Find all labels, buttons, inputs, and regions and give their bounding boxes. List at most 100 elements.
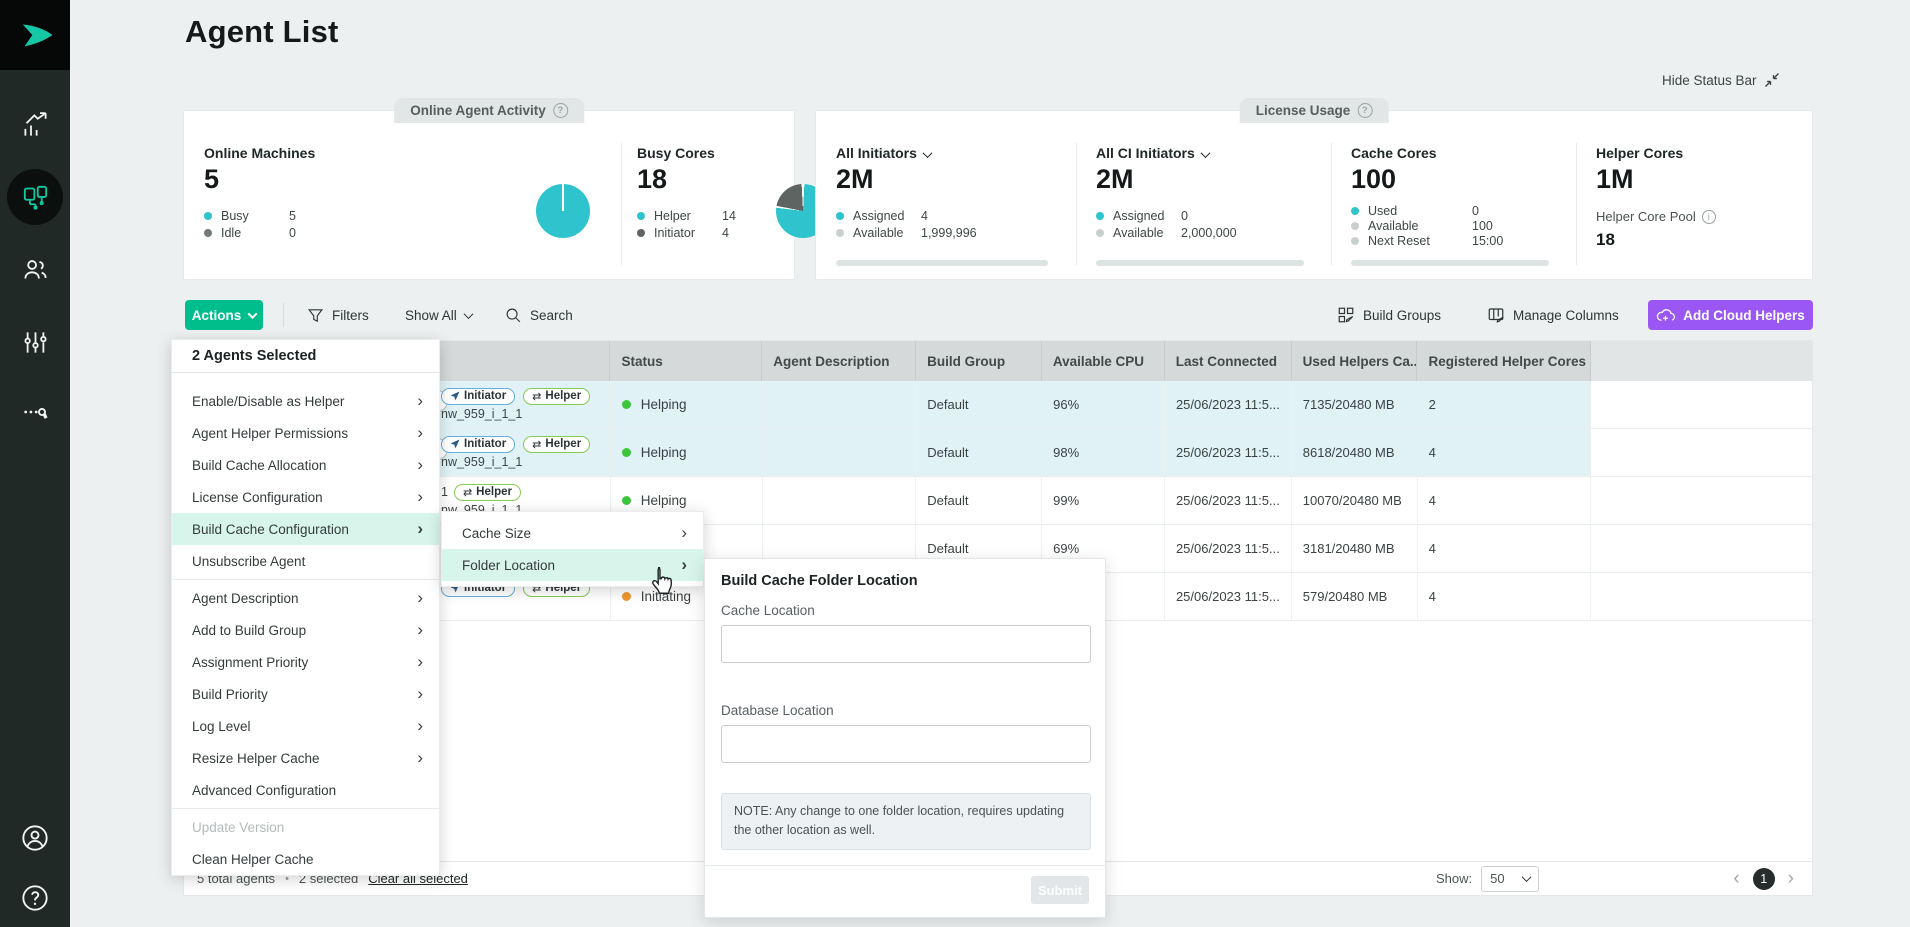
- all-ci-initiators-dropdown[interactable]: All CI Initiators: [1096, 145, 1331, 161]
- machines-pie-chart: [536, 184, 590, 238]
- machines-legend: Busy5 Idle0: [204, 207, 438, 241]
- column-last-connected[interactable]: Last Connected: [1165, 341, 1292, 381]
- build-groups-button[interactable]: Build Groups: [1337, 300, 1441, 330]
- sidebar-item-account[interactable]: [0, 810, 70, 866]
- show-label: Show:: [1436, 871, 1472, 886]
- actions-context-menu: 2 Agents Selected Enable/Disable as Help…: [171, 339, 440, 876]
- status-dot: [622, 496, 631, 505]
- legend-dot: [204, 212, 212, 220]
- pagination: ‹ 1 ›: [1733, 868, 1794, 890]
- menu-item-resize-helper-cache[interactable]: Resize Helper Cache: [172, 742, 439, 774]
- divider: [705, 865, 1105, 866]
- all-initiators-dropdown[interactable]: All Initiators: [836, 145, 1076, 161]
- sidebar: [0, 0, 70, 927]
- metric-label: Online Machines: [204, 145, 438, 161]
- submenu-item-folder-location[interactable]: Folder Location: [442, 549, 703, 581]
- divider: [172, 579, 439, 580]
- sidebar-item-licenses[interactable]: [0, 384, 70, 440]
- initiators-usage-bar: [836, 260, 1048, 266]
- status-dot: [622, 592, 631, 601]
- submenu-item-cache-size[interactable]: Cache Size: [442, 517, 703, 549]
- agent-name: nw_959_i_1_1: [441, 407, 610, 421]
- actions-button[interactable]: Actions: [185, 300, 263, 330]
- online-agent-activity-panel: Online Agent Activity ? Online Machines …: [183, 110, 795, 280]
- logo-icon: [14, 14, 56, 56]
- menu-item-build-cache-configuration[interactable]: Build Cache Configuration: [172, 513, 439, 545]
- dashboard-icon: [22, 112, 49, 139]
- menu-item-build-priority[interactable]: Build Priority: [172, 678, 439, 710]
- divider: [283, 303, 284, 327]
- column-agent-description[interactable]: Agent Description: [762, 341, 916, 381]
- divider: [172, 808, 439, 809]
- status-dot: [622, 400, 631, 409]
- info-icon[interactable]: i: [1702, 210, 1716, 224]
- filters-button[interactable]: Filters: [307, 300, 369, 330]
- legend-dot: [1351, 237, 1359, 245]
- chevron-down-icon: [248, 309, 258, 319]
- column-registered-helper-cores[interactable]: Registered Helper Cores: [1417, 341, 1591, 381]
- page-title: Agent List: [185, 14, 339, 50]
- build-cache-configuration-submenu: Cache Size Folder Location: [441, 511, 704, 587]
- sidebar-item-agents[interactable]: [0, 169, 70, 225]
- help-icon: [21, 884, 49, 912]
- submit-button[interactable]: Submit: [1031, 876, 1089, 904]
- initiator-badge: Initiator: [441, 436, 515, 453]
- status-label: Helping: [641, 493, 687, 508]
- agent-list-page: Agent List Hide Status Bar Online Agent …: [0, 0, 1910, 927]
- sliders-icon: [22, 329, 49, 356]
- search-icon: [505, 307, 522, 324]
- menu-item-agent-description[interactable]: Agent Description: [172, 582, 439, 614]
- menu-item-unsubscribe-agent[interactable]: Unsubscribe Agent: [172, 545, 439, 577]
- current-page-button[interactable]: 1: [1753, 868, 1775, 890]
- incredibuild-logo[interactable]: [0, 0, 70, 70]
- chevron-down-icon: [922, 148, 932, 158]
- prev-page-button[interactable]: ‹: [1733, 869, 1739, 888]
- avatar-icon: [21, 824, 49, 852]
- page-size-select[interactable]: 50: [1481, 866, 1539, 892]
- status-label: Initiating: [641, 589, 691, 604]
- menu-item-enable-disable-as-helper[interactable]: Enable/Disable as Helper: [172, 385, 439, 417]
- helper-core-pool-label: Helper Core Pool i: [1596, 209, 1814, 224]
- menu-item-add-to-build-group[interactable]: Add to Build Group: [172, 614, 439, 646]
- column-available-cpu[interactable]: Available CPU: [1042, 341, 1165, 381]
- cache-location-input[interactable]: [721, 625, 1091, 663]
- build-cache-folder-location-popup: Build Cache Folder Location Cache Locati…: [704, 558, 1106, 918]
- database-location-label: Database Location: [721, 703, 834, 718]
- passkey-icon: [21, 398, 49, 426]
- menu-item-advanced-configuration[interactable]: Advanced Configuration: [172, 774, 439, 806]
- helper-badge: ⇄Helper: [523, 388, 590, 405]
- online-machines-metric: Online Machines 5 Busy5 Idle0: [184, 111, 438, 279]
- cloud-plus-icon: [1656, 306, 1675, 325]
- search-button[interactable]: Search: [505, 300, 573, 330]
- manage-columns-icon: [1487, 306, 1505, 324]
- menu-item-build-cache-allocation[interactable]: Build Cache Allocation: [172, 449, 439, 481]
- manage-columns-button[interactable]: Manage Columns: [1487, 300, 1619, 330]
- show-all-dropdown[interactable]: Show All: [405, 300, 472, 330]
- menu-item-clean-helper-cache[interactable]: Clean Helper Cache: [172, 843, 439, 875]
- legend-dot: [1351, 222, 1359, 230]
- menu-item-assignment-priority[interactable]: Assignment Priority: [172, 646, 439, 678]
- hide-status-bar-button[interactable]: Hide Status Bar: [1662, 72, 1780, 88]
- database-location-input[interactable]: [721, 725, 1091, 763]
- next-page-button[interactable]: ›: [1788, 869, 1794, 888]
- chevron-down-icon: [463, 309, 473, 319]
- chevron-down-icon: [1200, 148, 1210, 158]
- status-label: Helping: [641, 397, 687, 412]
- sidebar-item-help[interactable]: [0, 870, 70, 926]
- column-build-group[interactable]: Build Group: [916, 341, 1042, 381]
- menu-item-log-level[interactable]: Log Level: [172, 710, 439, 742]
- ci-initiators-usage-bar: [1096, 260, 1304, 266]
- column-status[interactable]: Status: [610, 341, 762, 381]
- status-dot: [622, 448, 631, 457]
- column-used-helpers[interactable]: Used Helpers Ca...: [1292, 341, 1418, 381]
- sidebar-item-settings[interactable]: [0, 314, 70, 370]
- menu-item-license-configuration[interactable]: License Configuration: [172, 481, 439, 513]
- legend-dot: [1096, 212, 1104, 220]
- add-cloud-helpers-button[interactable]: Add Cloud Helpers: [1648, 300, 1813, 330]
- sidebar-item-dashboard[interactable]: [0, 97, 70, 153]
- popup-note: NOTE: Any change to one folder location,…: [721, 793, 1091, 850]
- sidebar-item-users[interactable]: [0, 241, 70, 297]
- agents-icon: [22, 184, 49, 211]
- help-circle-icon[interactable]: ?: [553, 103, 568, 118]
- menu-item-agent-helper-permissions[interactable]: Agent Helper Permissions: [172, 417, 439, 449]
